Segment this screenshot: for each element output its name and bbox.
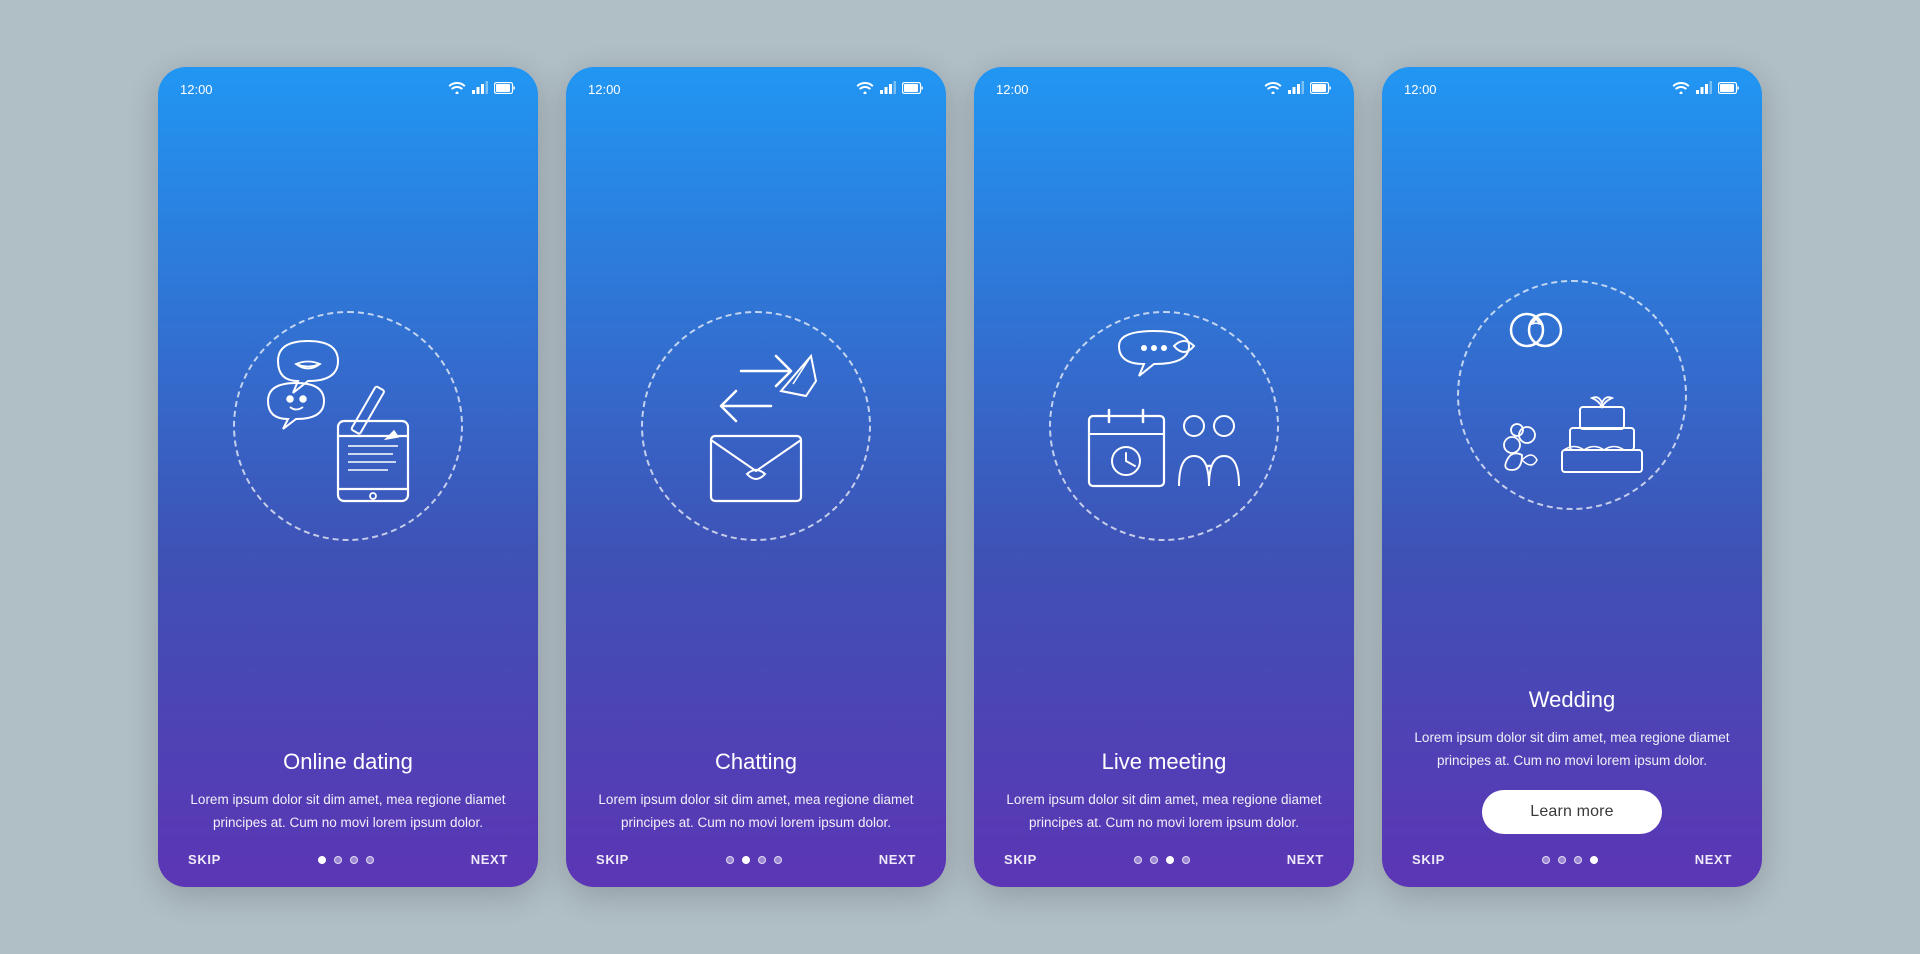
status-bar-1: 12:00 [158,67,538,103]
skip-button-2[interactable]: SKIP [596,852,629,867]
screen-title-2: Chatting [596,749,916,775]
battery-icon-2 [902,82,924,97]
screen-title-3: Live meeting [1004,749,1324,775]
dot-2-2 [742,856,750,864]
status-time-1: 12:00 [180,82,213,97]
dot-1-3 [350,856,358,864]
text-area-2: Chatting Lorem ipsum dolor sit dim amet,… [566,739,946,834]
nav-bar-4: SKIP NEXT [1382,834,1762,887]
signal-icon-4 [1696,81,1712,97]
nav-dots-4 [1542,856,1598,864]
dot-2-3 [758,856,766,864]
screen-online-dating: 12:00 [158,67,538,887]
next-button-1[interactable]: NEXT [471,852,508,867]
signal-icon-3 [1288,81,1304,97]
nav-bar-2: SKIP NEXT [566,834,946,887]
screen-title-1: Online dating [188,749,508,775]
status-time-3: 12:00 [996,82,1029,97]
wedding-svg [1467,295,1677,495]
screen-chatting: 12:00 [566,67,946,887]
live-meeting-svg [1059,326,1269,526]
dot-4-2 [1558,856,1566,864]
dashed-circle-3 [1049,311,1279,541]
screen-wedding: 12:00 [1382,67,1762,887]
screen-desc-4: Lorem ipsum dolor sit dim amet, mea regi… [1412,727,1732,772]
status-icons-1 [448,81,516,97]
learn-more-button[interactable]: Learn more [1482,790,1661,834]
skip-button-4[interactable]: SKIP [1412,852,1445,867]
wifi-icon-2 [856,81,874,97]
status-bar-3: 12:00 [974,67,1354,103]
status-time-2: 12:00 [588,82,621,97]
status-time-4: 12:00 [1404,82,1437,97]
wifi-icon-4 [1672,81,1690,97]
online-dating-svg [248,331,448,521]
nav-dots-1 [318,856,374,864]
dot-2-1 [726,856,734,864]
nav-bar-3: SKIP NEXT [974,834,1354,887]
signal-icon-2 [880,81,896,97]
dot-3-4 [1182,856,1190,864]
dot-2-4 [774,856,782,864]
wifi-icon-1 [448,81,466,97]
nav-bar-1: SKIP NEXT [158,834,538,887]
dot-3-3 [1166,856,1174,864]
chatting-svg [651,326,861,526]
dashed-circle-4 [1457,280,1687,510]
dot-3-2 [1150,856,1158,864]
skip-button-3[interactable]: SKIP [1004,852,1037,867]
dot-1-1 [318,856,326,864]
battery-icon-3 [1310,82,1332,97]
wifi-icon-3 [1264,81,1282,97]
status-icons-4 [1672,81,1740,97]
battery-icon-4 [1718,82,1740,97]
skip-button-1[interactable]: SKIP [188,852,221,867]
dot-4-4 [1590,856,1598,864]
next-button-2[interactable]: NEXT [879,852,916,867]
screen-desc-3: Lorem ipsum dolor sit dim amet, mea regi… [1004,789,1324,834]
dot-4-1 [1542,856,1550,864]
text-area-3: Live meeting Lorem ipsum dolor sit dim a… [974,739,1354,834]
status-bar-2: 12:00 [566,67,946,103]
dashed-circle-2 [641,311,871,541]
status-icons-2 [856,81,924,97]
screen-desc-1: Lorem ipsum dolor sit dim amet, mea regi… [188,789,508,834]
screen-live-meeting: 12:00 [974,67,1354,887]
battery-icon-1 [494,82,516,97]
nav-dots-3 [1134,856,1190,864]
text-area-4: Wedding Lorem ipsum dolor sit dim amet, … [1382,677,1762,834]
dot-1-4 [366,856,374,864]
dot-1-2 [334,856,342,864]
screen-title-4: Wedding [1412,687,1732,713]
illustration-chatting [566,103,946,739]
dot-3-1 [1134,856,1142,864]
illustration-live-meeting [974,103,1354,739]
screens-container: 12:00 [118,27,1802,927]
next-button-3[interactable]: NEXT [1287,852,1324,867]
dot-4-3 [1574,856,1582,864]
signal-icon-1 [472,81,488,97]
status-icons-3 [1264,81,1332,97]
next-button-4[interactable]: NEXT [1695,852,1732,867]
illustration-online-dating [158,103,538,739]
nav-dots-2 [726,856,782,864]
illustration-wedding [1382,103,1762,677]
screen-desc-2: Lorem ipsum dolor sit dim amet, mea regi… [596,789,916,834]
dashed-circle-1 [233,311,463,541]
status-bar-4: 12:00 [1382,67,1762,103]
text-area-1: Online dating Lorem ipsum dolor sit dim … [158,739,538,834]
